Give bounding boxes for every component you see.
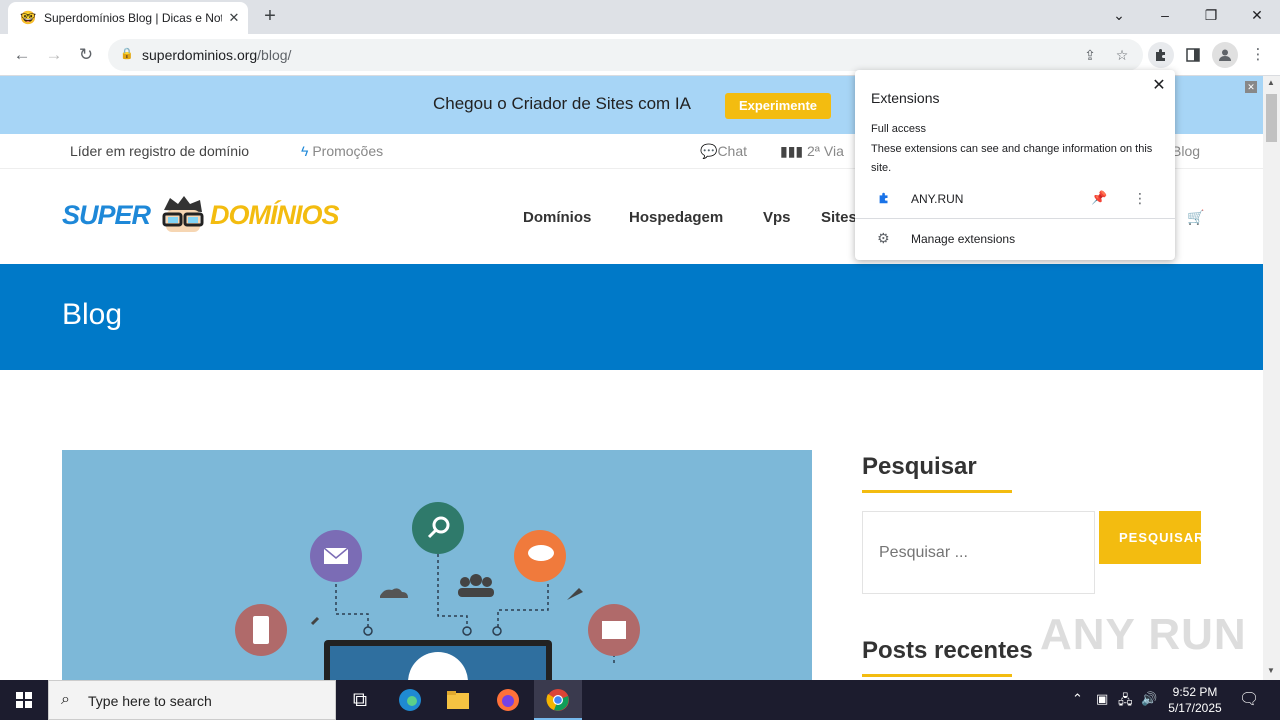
extensions-popup: Extensions ✕ Full access These extension… (855, 70, 1175, 260)
edge-browser-icon[interactable] (386, 680, 434, 720)
wordpress-illustration (235, 502, 640, 680)
restore-button[interactable]: ❐ (1188, 0, 1234, 34)
new-tab-button[interactable]: + (258, 5, 282, 29)
clock-time: 9:52 PM (1172, 685, 1218, 699)
bookmark-star-icon[interactable]: ☆ (1112, 45, 1132, 65)
site-logo[interactable]: SUPER DOMÍNIOS (62, 194, 340, 234)
tab-search-icon[interactable]: ⌄ (1096, 0, 1142, 34)
cart-icon[interactable]: 🛒 (1187, 209, 1204, 226)
blog-link[interactable]: Blog (1172, 143, 1200, 159)
menu-item-domains[interactable]: Domínios (523, 209, 591, 226)
menu-item-vps[interactable]: Vps (763, 209, 791, 226)
minimize-button[interactable]: – (1142, 0, 1188, 34)
side-panel-icon[interactable] (1180, 42, 1206, 68)
windows-logo-icon (16, 692, 32, 708)
close-window-button[interactable]: ✕ (1234, 0, 1280, 34)
chrome-icon[interactable] (534, 680, 582, 720)
second-copy-link[interactable]: ▮▮▮ 2ª Via (780, 143, 844, 160)
scroll-down-arrow-icon[interactable]: ▼ (1267, 666, 1275, 675)
network-icon[interactable]: 🖧 (1118, 691, 1133, 713)
task-view-icon[interactable]: ⧉ (336, 680, 384, 720)
extension-puzzle-icon (877, 191, 891, 208)
back-arrow-icon[interactable]: ← (9, 42, 35, 68)
chat-bubble-icon: 💬 (700, 143, 718, 159)
pin-icon[interactable]: 📌 (1091, 190, 1107, 206)
volume-icon[interactable]: 🔊 (1141, 691, 1157, 707)
lock-icon: 🔒 (120, 48, 134, 60)
barcode-icon: ▮▮▮ (780, 143, 804, 159)
page-title: Blog (62, 298, 123, 331)
chat-link[interactable]: 💬Chat (700, 143, 747, 160)
firefox-icon[interactable] (484, 680, 532, 720)
lightning-icon: ϟ (301, 143, 309, 159)
menu-item-hosting[interactable]: Hospedagem (629, 209, 723, 226)
blog-hero-banner: Blog (0, 264, 1263, 370)
extension-item-anyrun[interactable]: ANY.RUN 📌 ⋮ (855, 186, 1175, 218)
taskbar-search-placeholder: Type here to search (88, 693, 212, 709)
promo-close-icon[interactable]: ✕ (1245, 81, 1257, 93)
popup-divider (855, 218, 1175, 219)
scroll-up-arrow-icon[interactable]: ▲ (1267, 78, 1275, 87)
menu-item-sites[interactable]: Sites (821, 209, 857, 226)
anyrun-watermark: ANY RUN (1040, 610, 1247, 659)
share-icon[interactable]: ⇪ (1080, 45, 1100, 65)
forward-arrow-icon[interactable]: → (41, 42, 67, 68)
windows-taskbar: ⌕ Type here to search ⧉ ⌃ ▣ 🖧 🔊 9:52 PM … (0, 680, 1280, 720)
gear-icon: ⚙ (877, 230, 890, 246)
browser-title-bar: 🤓 Superdomínios Blog | Dicas e Notícias … (0, 0, 1280, 34)
promotions-link[interactable]: ϟ Promoções (301, 143, 383, 159)
site-favicon-icon: 🤓 (20, 10, 37, 25)
page-scrollbar[interactable]: ▲ ▼ (1263, 76, 1280, 680)
recent-posts-underline (862, 674, 1012, 677)
reload-icon[interactable]: ↻ (73, 42, 99, 68)
scrollbar-thumb[interactable] (1266, 94, 1277, 142)
notifications-icon[interactable]: 🗨 (1239, 689, 1259, 709)
manage-extensions-label: Manage extensions (911, 232, 1016, 246)
extension-name: ANY.RUN (911, 192, 964, 206)
full-access-label: Full access (871, 123, 927, 135)
profile-avatar-icon[interactable] (1212, 42, 1238, 68)
extensions-popup-title: Extensions (871, 90, 940, 106)
leader-text: Líder em registro de domínio (70, 143, 249, 159)
search-heading-underline (862, 490, 1012, 493)
browser-menu-icon[interactable]: ⋮ (1245, 42, 1271, 68)
tab-close-icon[interactable]: ✕ (226, 10, 242, 26)
taskbar-search-box[interactable]: ⌕ Type here to search (48, 680, 336, 720)
search-heading: Pesquisar (862, 453, 977, 480)
browser-tab[interactable]: 🤓 Superdomínios Blog | Dicas e Notícias … (8, 2, 248, 34)
promo-try-button[interactable]: Experimente (725, 93, 831, 119)
file-explorer-icon[interactable] (434, 680, 482, 720)
windows-start-button[interactable] (0, 680, 48, 720)
taskbar-clock[interactable]: 9:52 PM 5/17/2025 (1160, 684, 1230, 716)
tray-chevron-up-icon[interactable]: ⌃ (1072, 691, 1083, 707)
manage-extensions-button[interactable]: ⚙ Manage extensions (855, 228, 1175, 252)
tray-device-icon[interactable]: ▣ (1096, 691, 1108, 707)
featured-post-image[interactable] (62, 450, 812, 680)
extensions-puzzle-icon[interactable] (1148, 42, 1174, 68)
search-button[interactable]: PESQUISAR (1099, 511, 1201, 564)
more-options-icon[interactable]: ⋮ (1133, 190, 1147, 207)
full-access-description: These extensions can see and change info… (871, 143, 1153, 174)
clock-date: 5/17/2025 (1168, 701, 1222, 715)
search-icon: ⌕ (61, 691, 70, 708)
promo-text: Chegou o Criador de Sites com IA (433, 94, 691, 113)
popup-close-icon[interactable]: ✕ (1149, 76, 1169, 96)
tab-title: Superdomínios Blog | Dicas e Notícias (44, 11, 222, 25)
address-bar[interactable]: 🔒 superdominios.org/blog/ ⇪ ☆ (108, 39, 1143, 71)
logo-nerd-face-icon (162, 196, 204, 232)
search-input[interactable] (862, 511, 1095, 594)
url-text: superdominios.org/blog/ (142, 47, 292, 63)
recent-posts-heading: Posts recentes (862, 637, 1033, 664)
